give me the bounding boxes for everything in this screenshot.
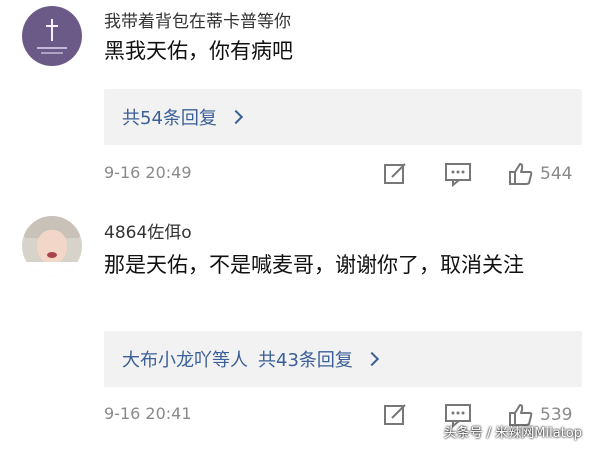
- like-button[interactable]: 544: [508, 160, 572, 188]
- thumbs-up-icon: [508, 161, 534, 187]
- timestamp: 9-16 20:49: [104, 163, 192, 182]
- comment-item: 4864佐佴o 那是天佑，不是喊麦哥，谢谢你了，取消关注 大布小龙吖等人 共43…: [0, 199, 600, 449]
- reply-summary: 共54条回复: [122, 108, 217, 129]
- replies-link[interactable]: 共54条回复: [104, 89, 582, 145]
- reply-participants: 大布小龙吖等人: [122, 350, 248, 371]
- edit-icon: [382, 161, 408, 187]
- edit-button[interactable]: [382, 401, 408, 429]
- chevron-right-icon: [364, 351, 379, 367]
- avatar[interactable]: [22, 216, 82, 276]
- comment-icon: [444, 161, 472, 187]
- watermark: 头条号 / 米辣网Milatop: [443, 426, 582, 441]
- chevron-right-icon: [228, 109, 243, 125]
- cross-icon: [44, 18, 60, 41]
- edit-icon: [382, 402, 408, 428]
- comment-item: 我带着背包在蒂卡普等你 黑我天佑，你有病吧 共54条回复 9-16 20:49 …: [0, 0, 600, 199]
- edit-button[interactable]: [382, 160, 408, 188]
- comment-text: 黑我天佑，你有病吧: [104, 39, 293, 63]
- like-count: 544: [540, 164, 573, 184]
- replies-link[interactable]: 大布小龙吖等人 共43条回复: [104, 331, 582, 387]
- comment-footer: 9-16 20:49 544: [0, 160, 600, 190]
- username[interactable]: 4864佐佴o: [104, 218, 192, 243]
- timestamp: 9-16 20:41: [104, 404, 192, 423]
- comment-text: 那是天佑，不是喊麦哥，谢谢你了，取消关注: [104, 253, 524, 277]
- avatar[interactable]: [22, 6, 82, 66]
- reply-summary: 共43条回复: [258, 350, 353, 371]
- username[interactable]: 我带着背包在蒂卡普等你: [104, 7, 291, 32]
- comment-button[interactable]: [444, 160, 472, 188]
